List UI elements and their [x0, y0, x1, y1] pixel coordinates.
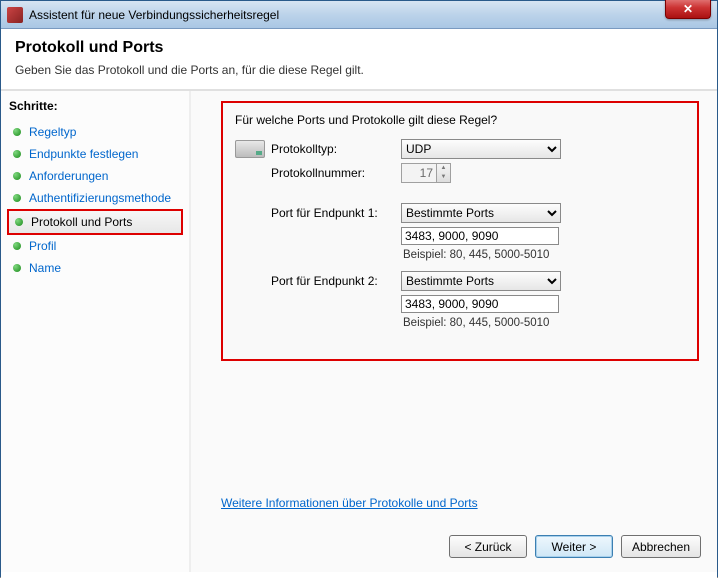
step-label: Profil	[29, 239, 56, 253]
window-title: Assistent für neue Verbindungssicherheit…	[29, 8, 279, 22]
close-icon: ✕	[683, 2, 693, 16]
row-endpoint1-value	[235, 227, 685, 245]
protocol-type-select[interactable]: UDP	[401, 139, 561, 159]
endpoint2-label: Port für Endpunkt 2:	[271, 274, 401, 288]
endpoint2-example: Beispiel: 80, 445, 5000-5010	[403, 317, 685, 329]
step-label: Protokoll und Ports	[31, 215, 132, 229]
main-panel: Für welche Ports und Protokolle gilt die…	[191, 91, 717, 572]
highlighted-section: Für welche Ports und Protokolle gilt die…	[221, 101, 699, 361]
step-regeltyp[interactable]: Regeltyp	[7, 121, 183, 143]
bullet-icon	[13, 242, 21, 250]
endpoint1-example: Beispiel: 80, 445, 5000-5010	[403, 249, 685, 261]
step-label: Name	[29, 261, 61, 275]
bullet-icon	[13, 194, 21, 202]
row-endpoint2-value	[235, 295, 685, 313]
step-authentifizierung[interactable]: Authentifizierungsmethode	[7, 187, 183, 209]
wizard-window: Assistent für neue Verbindungssicherheit…	[0, 0, 718, 577]
bullet-icon	[15, 218, 23, 226]
endpoint1-label: Port für Endpunkt 1:	[271, 206, 401, 220]
step-name[interactable]: Name	[7, 257, 183, 279]
content-area: Schritte: Regeltyp Endpunkte festlegen A…	[1, 91, 717, 572]
protocol-type-label: Protokolltyp:	[271, 142, 401, 156]
protocol-number-spinner[interactable]: ▲ ▼	[401, 163, 451, 183]
step-label: Anforderungen	[29, 169, 108, 183]
spinner-arrows[interactable]: ▲ ▼	[437, 163, 451, 183]
bullet-icon	[13, 172, 21, 180]
window-body: Protokoll und Ports Geben Sie das Protok…	[1, 29, 717, 578]
chevron-up-icon: ▲	[437, 164, 450, 173]
endpoint1-select[interactable]: Bestimmte Ports	[401, 203, 561, 223]
cancel-button[interactable]: Abbrechen	[621, 535, 701, 558]
bullet-icon	[13, 128, 21, 136]
step-anforderungen[interactable]: Anforderungen	[7, 165, 183, 187]
row-protocol-type: Protokolltyp: UDP	[235, 139, 685, 159]
wizard-buttons: < Zurück Weiter > Abbrechen	[449, 535, 701, 558]
step-profil[interactable]: Profil	[7, 235, 183, 257]
bullet-icon	[13, 150, 21, 158]
page-header: Protokoll und Ports Geben Sie das Protok…	[1, 29, 717, 91]
row-endpoint1: Port für Endpunkt 1: Bestimmte Ports	[235, 203, 685, 223]
step-label: Endpunkte festlegen	[29, 147, 138, 161]
page-title: Protokoll und Ports	[15, 39, 703, 57]
back-button[interactable]: < Zurück	[449, 535, 527, 558]
chevron-down-icon: ▼	[437, 173, 450, 182]
endpoint2-select[interactable]: Bestimmte Ports	[401, 271, 561, 291]
protocol-number-value	[401, 163, 437, 183]
app-icon	[7, 7, 23, 23]
step-endpunkte[interactable]: Endpunkte festlegen	[7, 143, 183, 165]
step-protokoll-ports[interactable]: Protokoll und Ports	[7, 209, 183, 235]
section-question: Für welche Ports und Protokolle gilt die…	[235, 113, 685, 127]
step-label: Authentifizierungsmethode	[29, 191, 171, 205]
endpoint1-ports-input[interactable]	[401, 227, 559, 245]
nic-icon	[235, 140, 265, 158]
row-protocol-number: Protokollnummer: ▲ ▼	[235, 163, 685, 183]
next-button[interactable]: Weiter >	[535, 535, 613, 558]
row-endpoint2: Port für Endpunkt 2: Bestimmte Ports	[235, 271, 685, 291]
close-button[interactable]: ✕	[665, 0, 711, 19]
page-subtitle: Geben Sie das Protokoll und die Ports an…	[15, 63, 703, 77]
endpoint2-ports-input[interactable]	[401, 295, 559, 313]
bullet-icon	[13, 264, 21, 272]
titlebar: Assistent für neue Verbindungssicherheit…	[1, 1, 717, 29]
step-label: Regeltyp	[29, 125, 76, 139]
steps-sidebar: Schritte: Regeltyp Endpunkte festlegen A…	[1, 91, 191, 572]
protocol-number-label: Protokollnummer:	[271, 166, 401, 180]
more-info-link[interactable]: Weitere Informationen über Protokolle un…	[221, 496, 478, 510]
steps-heading: Schritte:	[7, 99, 183, 113]
